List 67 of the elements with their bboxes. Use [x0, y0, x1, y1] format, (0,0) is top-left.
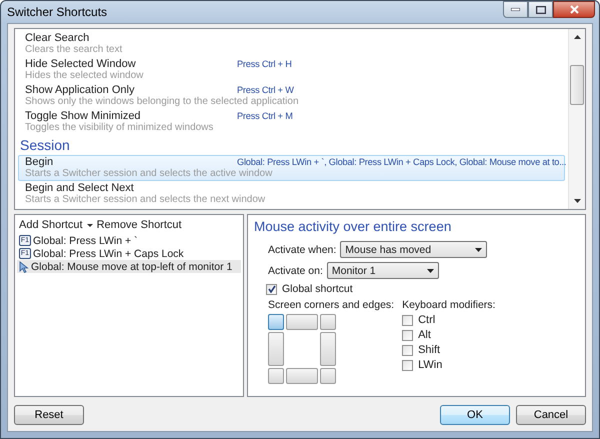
dialog-button[interactable]: Reset [14, 405, 84, 425]
minimize-button[interactable] [503, 1, 528, 18]
modifier-checkbox[interactable]: LWin [402, 359, 496, 371]
maximize-button[interactable] [528, 1, 553, 18]
command-row[interactable]: Hide Selected Window Press Ctrl + H Hides the selected window [18, 57, 565, 83]
command-shortcut: Press Ctrl + H [237, 58, 293, 70]
shortcut-label: Global: Press LWin + ` [33, 234, 138, 246]
modifier-checkbox[interactable]: Shift [402, 344, 496, 356]
command-name: Toggle Show Minimized [25, 110, 142, 122]
close-button[interactable] [553, 1, 595, 18]
shortcut-label: Global: Press LWin + Caps Lock [33, 248, 184, 260]
scrollbar[interactable] [568, 29, 585, 209]
window-title: Switcher Shortcuts [7, 5, 108, 19]
screen-edge-button[interactable] [286, 314, 318, 330]
activate-on-dropdown[interactable]: Monitor 1 [326, 262, 439, 279]
field-label: Activate on: [268, 264, 323, 276]
command-description: Clears the search text [25, 44, 124, 56]
caret-icon [426, 268, 434, 272]
corners-label: Screen corners and edges: [268, 299, 394, 311]
command-shortcut: Global: Press LWin + `, Global: Press LWin + Caps Lock, Global: Mouse move at to... [237, 156, 566, 168]
global-shortcut-checkbox[interactable]: Global shortcut [266, 283, 353, 295]
minimize-icon [511, 8, 520, 11]
modifier-checkbox[interactable]: Alt [402, 329, 496, 341]
command-description: Starts a Switcher session and selects the next window [25, 194, 266, 206]
caret-icon [475, 248, 482, 252]
command-name: Hide Selected Window [25, 58, 137, 70]
command-description: Toggles the visibility of minimized windows [25, 122, 214, 134]
cursor-icon [19, 260, 29, 272]
command-name: Begin [25, 156, 54, 168]
down-arrow-icon[interactable] [574, 199, 580, 203]
command-row[interactable]: Show Application Only Press Ctrl + W Shows only the windows belonging to the selected application [18, 83, 565, 109]
close-icon [570, 5, 578, 14]
command-description: Hides the selected window [25, 70, 144, 82]
command-description: Starts a Switcher session and selects the active window [25, 168, 274, 180]
command-shortcut: Press Ctrl + W [237, 84, 295, 96]
field-label: Activate when: [268, 244, 336, 256]
scroll-thumb[interactable] [570, 65, 584, 105]
details-title: Mouse activity over entire screen [254, 219, 452, 234]
command-row[interactable]: Clear Search Clears the search text [18, 31, 565, 57]
screen-edge-button[interactable] [320, 314, 336, 330]
command-shortcut: Press Ctrl + M [237, 110, 294, 122]
remove-shortcut-button[interactable]: Remove Shortcut [96, 219, 182, 231]
maximize-icon [536, 6, 546, 14]
screen-edge-button[interactable] [268, 314, 284, 330]
screen-edge-button[interactable] [268, 368, 284, 384]
section-header: Session [19, 136, 71, 155]
command-name: Clear Search [25, 32, 90, 44]
shortcut-item[interactable]: Global: Mouse move at top-left of monitor 1 [17, 260, 241, 273]
modifier-checkbox[interactable]: Ctrl [402, 314, 496, 326]
screen-edge-button[interactable] [286, 368, 318, 384]
command-row[interactable]: Begin Global: Press LWin + `, Global: Press LWin + Caps Lock, Global: Mouse move at to... Starts a Switcher session and selects the active window [18, 155, 565, 181]
command-description: Shows only the windows belonging to the selected application [25, 96, 300, 108]
ok-button[interactable]: OK [440, 405, 510, 425]
dialog-button[interactable]: Cancel [516, 405, 586, 425]
command-row[interactable]: Begin and Select Next Starts a Switcher session and selects the next window [18, 181, 565, 207]
activate-when-dropdown[interactable]: Mouse has moved [340, 241, 488, 258]
command-name: Show Application Only [25, 84, 136, 96]
screen-edge-button[interactable] [268, 332, 284, 366]
add-shortcut-button[interactable]: Add Shortcut [19, 219, 93, 231]
command-row[interactable]: Toggle Show Minimized Press Ctrl + M Toggles the visibility of minimized windows [18, 109, 565, 135]
screen-edge-button[interactable] [320, 368, 336, 384]
caret-icon [86, 224, 93, 226]
screen-edge-button[interactable] [320, 332, 336, 366]
command-name: Begin and Select Next [25, 182, 135, 194]
shortcut-label: Global: Mouse move at top-left of monitor 1 [31, 260, 232, 272]
modifiers-label: Keyboard modifiers: [402, 299, 496, 311]
up-arrow-icon[interactable] [574, 35, 580, 39]
